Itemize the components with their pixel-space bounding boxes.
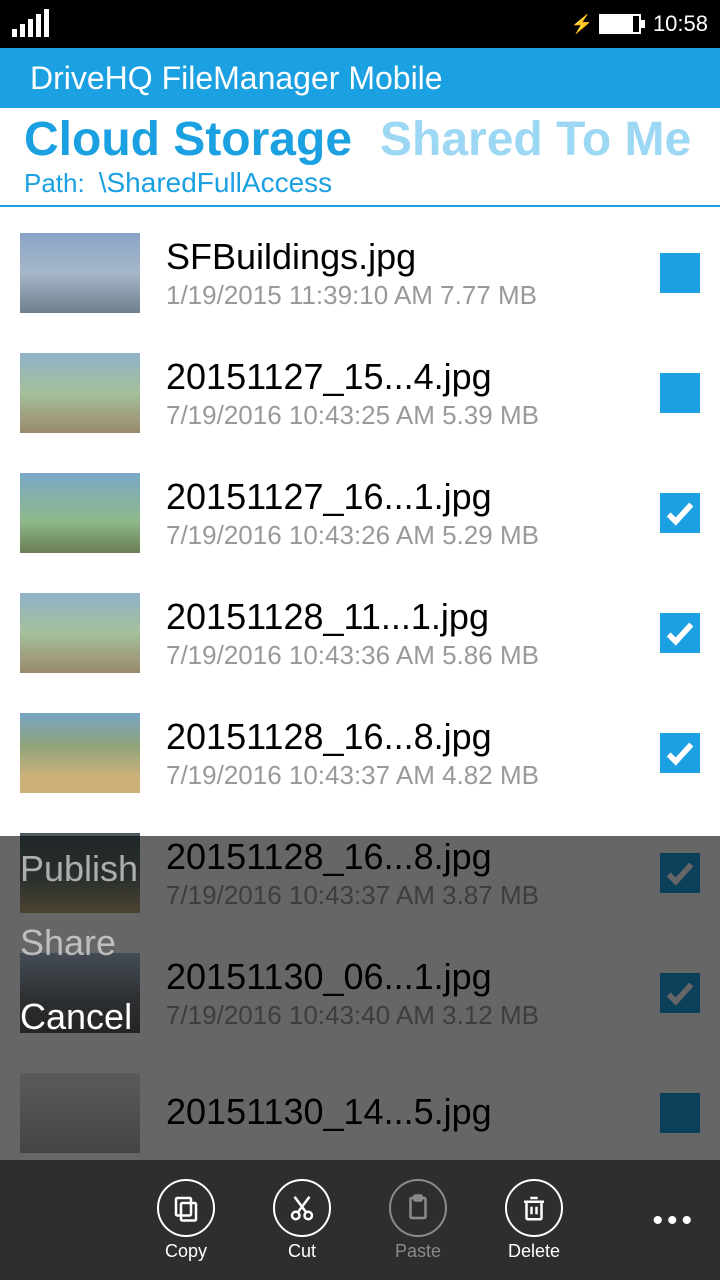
thumbnail-icon xyxy=(20,353,140,433)
context-cancel[interactable]: Cancel xyxy=(20,996,138,1038)
file-meta: 7/19/2016 10:43:26 AM 5.29 MB xyxy=(166,520,652,551)
file-name: 20151128_11...1.jpg xyxy=(166,596,652,638)
tabs-row: Cloud Storage Shared To Me xyxy=(0,112,720,167)
file-meta: 1/19/2015 11:39:10 AM 7.77 MB xyxy=(166,280,652,311)
checkbox[interactable] xyxy=(660,613,700,653)
thumbnail-icon xyxy=(20,713,140,793)
file-name: 20151127_16...1.jpg xyxy=(166,476,652,518)
appbar-delete-label: Delete xyxy=(508,1241,560,1262)
thumbnail-icon xyxy=(20,593,140,673)
appbar-copy[interactable]: Copy xyxy=(157,1179,215,1262)
power-icon: ⚡ xyxy=(571,14,593,35)
file-name: SFBuildings.jpg xyxy=(166,236,652,278)
context-share[interactable]: Share xyxy=(20,922,138,964)
list-item[interactable]: 20151127_16...1.jpg 7/19/2016 10:43:26 A… xyxy=(0,453,720,573)
cut-icon xyxy=(273,1179,331,1237)
checkbox[interactable] xyxy=(660,253,700,293)
appbar-paste: Paste xyxy=(389,1179,447,1262)
list-item[interactable]: 20151128_16...8.jpg 7/19/2016 10:43:37 A… xyxy=(0,693,720,813)
battery-icon xyxy=(599,14,641,34)
path-value[interactable]: \SharedFullAccess xyxy=(99,167,332,199)
status-bar: ⚡ 10:58 xyxy=(0,0,720,48)
checkbox[interactable] xyxy=(660,373,700,413)
list-item[interactable]: SFBuildings.jpg 1/19/2015 11:39:10 AM 7.… xyxy=(0,213,720,333)
list-item[interactable]: 20151127_15...4.jpg 7/19/2016 10:43:25 A… xyxy=(0,333,720,453)
thumbnail-icon xyxy=(20,233,140,313)
list-item[interactable]: 20151128_11...1.jpg 7/19/2016 10:43:36 A… xyxy=(0,573,720,693)
path-label: Path: xyxy=(24,168,85,199)
appbar-paste-label: Paste xyxy=(395,1241,441,1262)
file-meta: 7/19/2016 10:43:37 AM 4.82 MB xyxy=(166,760,652,791)
thumbnail-icon xyxy=(20,473,140,553)
app-title: DriveHQ FileManager Mobile xyxy=(30,60,443,97)
context-publish[interactable]: Publish xyxy=(20,848,138,890)
copy-icon xyxy=(157,1179,215,1237)
file-meta: 7/19/2016 10:43:36 AM 5.86 MB xyxy=(166,640,652,671)
file-name: 20151128_16...8.jpg xyxy=(166,716,652,758)
appbar-copy-label: Copy xyxy=(165,1241,207,1262)
signal-icon xyxy=(12,11,49,37)
checkbox[interactable] xyxy=(660,493,700,533)
appbar-cut-label: Cut xyxy=(288,1241,316,1262)
appbar-delete[interactable]: Delete xyxy=(505,1179,563,1262)
path-row: Path: \SharedFullAccess xyxy=(0,167,720,207)
checkbox[interactable] xyxy=(660,733,700,773)
app-bar: Copy Cut Paste Delete ••• xyxy=(0,1160,720,1280)
tab-shared-to-me[interactable]: Shared To Me xyxy=(380,112,691,167)
tab-cloud-storage[interactable]: Cloud Storage xyxy=(24,112,352,167)
appbar-cut[interactable]: Cut xyxy=(273,1179,331,1262)
status-time: 10:58 xyxy=(653,11,708,37)
delete-icon xyxy=(505,1179,563,1237)
paste-icon xyxy=(389,1179,447,1237)
app-header: DriveHQ FileManager Mobile xyxy=(0,48,720,108)
appbar-more-icon[interactable]: ••• xyxy=(652,1204,696,1238)
file-name: 20151127_15...4.jpg xyxy=(166,356,652,398)
file-meta: 7/19/2016 10:43:25 AM 5.39 MB xyxy=(166,400,652,431)
context-menu: Publish Share Cancel xyxy=(20,848,138,1038)
